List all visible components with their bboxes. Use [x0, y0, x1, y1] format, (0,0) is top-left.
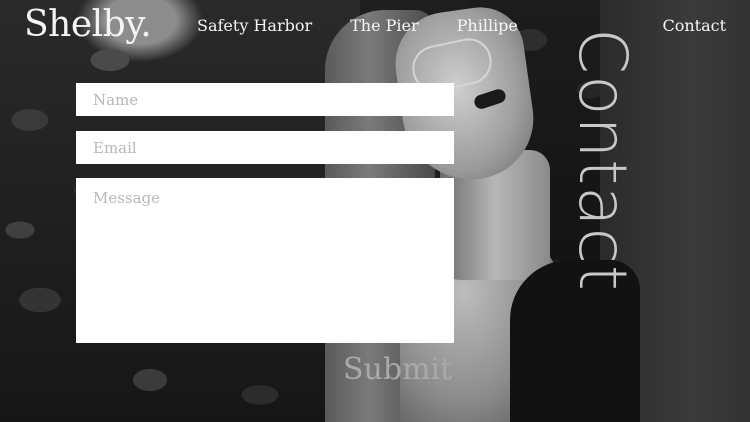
site-logo[interactable]: Shelby. — [24, 4, 152, 45]
main-nav: Safety Harbor The Pier Phillipe — [197, 16, 518, 35]
vertical-contact-heading: Contact — [564, 28, 641, 292]
message-field[interactable] — [76, 178, 454, 343]
nav-item-phillipe[interactable]: Phillipe — [457, 16, 518, 35]
nav-item-safety-harbor[interactable]: Safety Harbor — [197, 16, 312, 35]
email-field[interactable] — [76, 131, 454, 164]
nav-item-the-pier[interactable]: The Pier — [350, 16, 419, 35]
nav-item-contact[interactable]: Contact — [662, 16, 726, 35]
name-field[interactable] — [76, 83, 454, 116]
submit-button[interactable]: Submit — [343, 352, 452, 387]
contact-page: Shelby. Safety Harbor The Pier Phillipe … — [0, 0, 750, 422]
